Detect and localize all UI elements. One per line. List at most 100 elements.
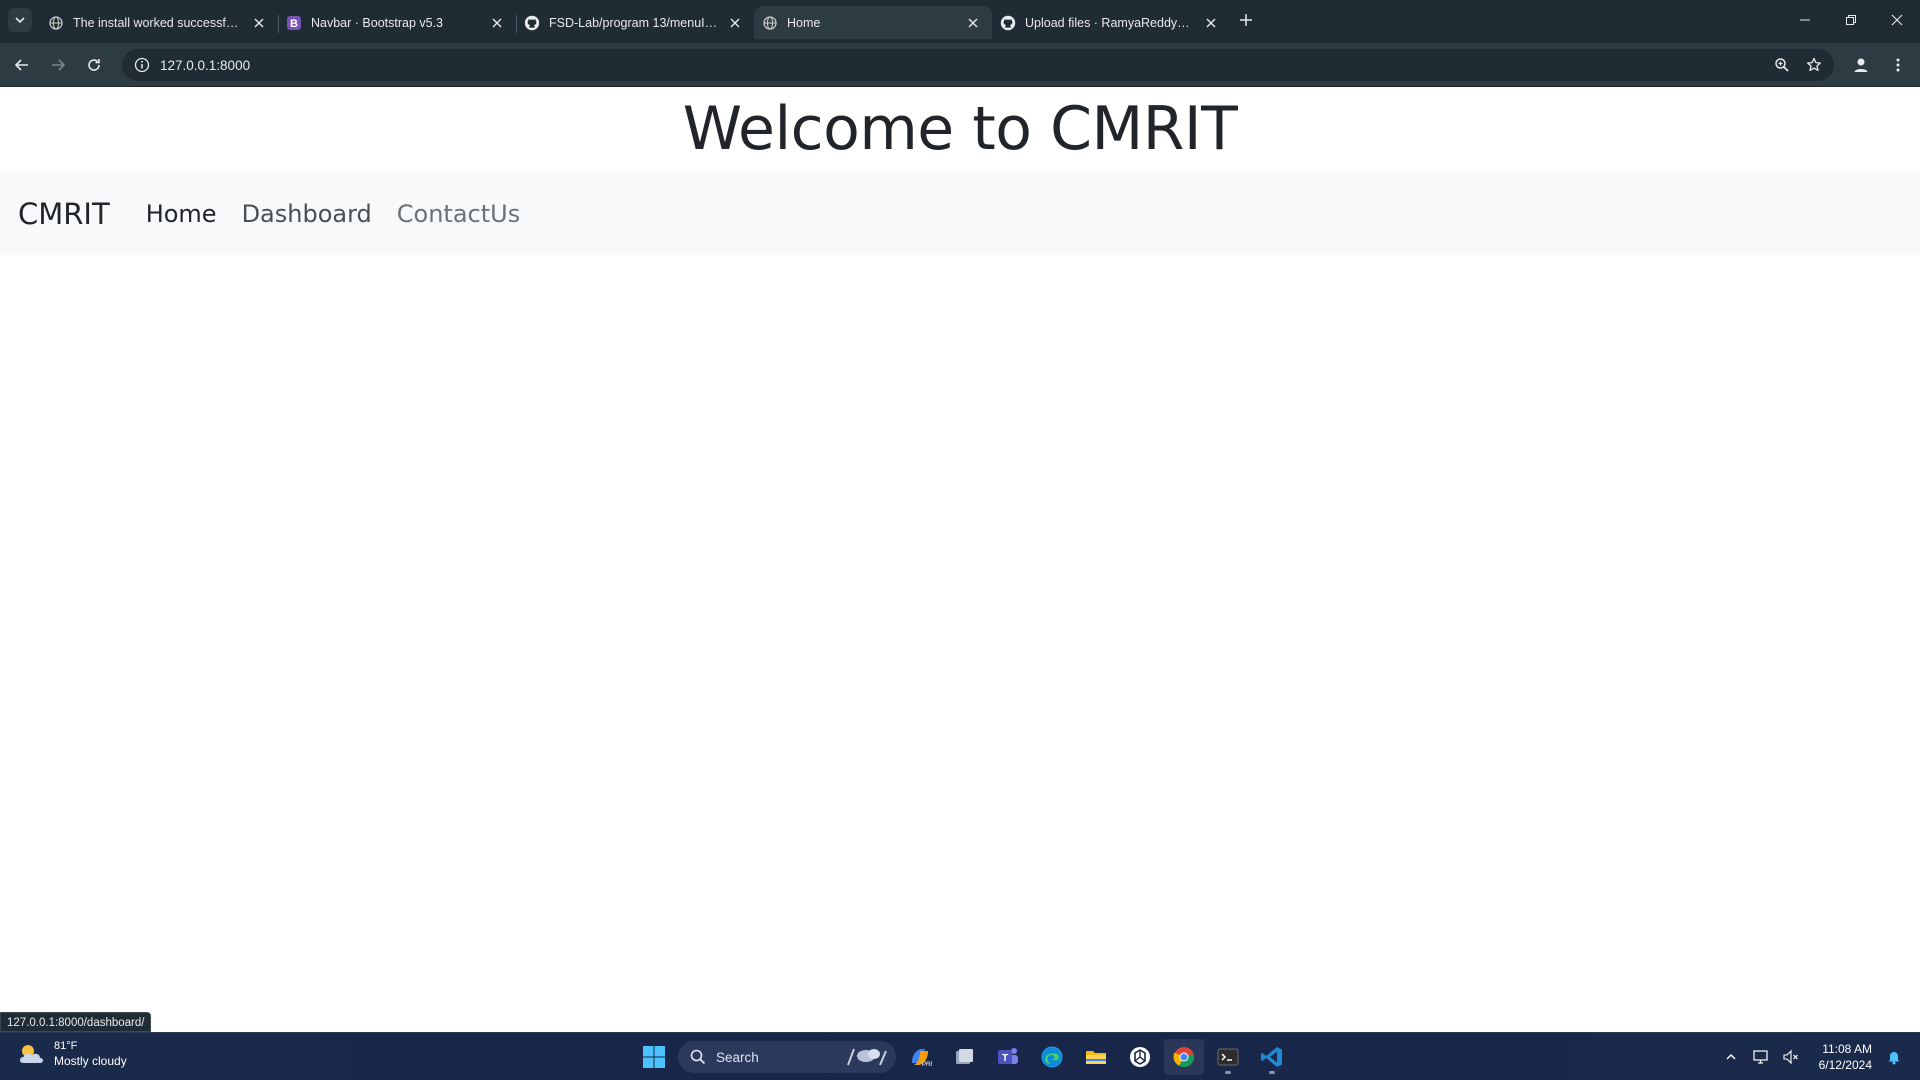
globe-icon: [762, 15, 778, 31]
svg-text:B: B: [290, 18, 298, 30]
bell-icon: [1888, 1052, 1900, 1065]
taskbar-chrome[interactable]: [1164, 1039, 1204, 1075]
navbar-links: Home Dashboard ContactUs: [146, 200, 546, 228]
clock-time: 11:08 AM: [1822, 1042, 1872, 1056]
teams-icon: T: [998, 1048, 1018, 1064]
windows-logo-icon: [643, 1046, 665, 1068]
tab-title: Navbar · Bootstrap v5.3: [311, 15, 444, 30]
close-icon[interactable]: [964, 14, 982, 32]
search-highlight-icon: [847, 1048, 887, 1066]
taskbar-task-view[interactable]: [944, 1039, 984, 1075]
taskbar-clock[interactable]: 11:08 AM 6/12/2024: [1819, 1041, 1872, 1073]
taskbar-chatgpt[interactable]: [1120, 1039, 1160, 1075]
close-window-button[interactable]: [1874, 0, 1920, 40]
close-icon[interactable]: [1202, 14, 1220, 32]
page-viewport: Welcome to CMRIT CMRIT Home Dashboard Co…: [0, 87, 1920, 1032]
tab-install-worked[interactable]: The install worked successfully! Congrat…: [40, 6, 278, 39]
window-controls: [1782, 0, 1920, 40]
taskbar-apps: Search PRE T: [634, 1039, 1292, 1075]
start-button[interactable]: [634, 1039, 674, 1075]
taskbar-edge[interactable]: [1032, 1039, 1072, 1075]
bookmark-star-icon[interactable]: [1800, 51, 1828, 79]
tab-navbar-bootstrap[interactable]: B Navbar · Bootstrap v5.3: [278, 6, 516, 39]
taskbar-copilot[interactable]: PRE: [900, 1039, 940, 1075]
edge-icon: [1041, 1046, 1063, 1068]
svg-text:PRE: PRE: [922, 1062, 932, 1068]
bootstrap-icon: B: [286, 15, 302, 31]
close-icon[interactable]: [726, 14, 744, 32]
info-icon[interactable]: [126, 49, 158, 81]
reload-icon: [88, 59, 100, 71]
browser-toolbar: 127.0.0.1:8000: [0, 43, 1920, 87]
weather-condition: Mostly cloudy: [54, 1054, 127, 1068]
taskbar-terminal[interactable]: [1208, 1039, 1248, 1075]
cloudy-weather-icon: [20, 1045, 43, 1063]
profile-button[interactable]: [1847, 51, 1875, 79]
tab-title: The install worked successfully! Congrat…: [73, 15, 242, 30]
address-bar[interactable]: 127.0.0.1:8000: [122, 49, 1834, 81]
tab-fsd-lab-github[interactable]: FSD-Lab/program 13/menuItems: [516, 6, 754, 39]
minimize-button[interactable]: [1782, 0, 1828, 40]
taskbar: 81°F Mostly cloudy Search PRE T: [0, 1032, 1920, 1080]
nav-link-dashboard[interactable]: Dashboard: [242, 200, 372, 228]
nav-link-home[interactable]: Home: [146, 200, 217, 228]
clock-date: 6/12/2024: [1818, 1058, 1872, 1072]
arrow-right-icon: [52, 59, 66, 71]
navbar: CMRIT Home Dashboard ContactUs: [0, 172, 1920, 255]
task-view-icon: [956, 1049, 973, 1064]
tab-search-button[interactable]: [8, 8, 32, 32]
search-icon: [690, 1049, 706, 1065]
menu-button[interactable]: [1884, 51, 1912, 79]
github-icon: [524, 15, 540, 31]
new-tab-button[interactable]: [1234, 8, 1258, 32]
status-bubble-url: 127.0.0.1:8000/dashboard/: [0, 1012, 152, 1032]
minimize-icon: [1800, 19, 1810, 21]
github-icon: [1000, 15, 1016, 31]
system-tray: 11:08 AM 6/12/2024: [1719, 1033, 1920, 1080]
chevron-down-icon: [15, 17, 25, 24]
taskbar-teams[interactable]: T: [988, 1039, 1028, 1075]
address-bar-actions: [1764, 51, 1828, 79]
chrome-icon: [1173, 1047, 1194, 1068]
folder-icon: [1086, 1051, 1106, 1064]
nav-link-contactus[interactable]: ContactUs: [397, 200, 520, 228]
close-icon[interactable]: [250, 14, 268, 32]
weather-temperature: 81°F: [54, 1040, 78, 1052]
weather-widget[interactable]: 81°F Mostly cloudy: [16, 1039, 127, 1069]
volume-muted-icon[interactable]: [1779, 1045, 1803, 1069]
chevron-up-icon: [1726, 1054, 1736, 1060]
more-vertical-icon: [1896, 58, 1900, 72]
restore-button[interactable]: [1828, 0, 1874, 40]
reload-button[interactable]: [80, 51, 108, 79]
tab-title: FSD-Lab/program 13/menuItems: [549, 15, 718, 30]
url-text[interactable]: 127.0.0.1:8000: [160, 58, 250, 73]
zoom-icon[interactable]: [1768, 51, 1796, 79]
svg-text:T: T: [1002, 1053, 1008, 1064]
profile-icon: [1854, 58, 1868, 72]
taskbar-vscode[interactable]: [1252, 1039, 1292, 1075]
navbar-brand[interactable]: CMRIT: [18, 197, 110, 231]
close-icon[interactable]: [488, 14, 506, 32]
forward-button[interactable]: [44, 51, 72, 79]
taskbar-file-explorer[interactable]: [1076, 1039, 1116, 1075]
terminal-icon: [1217, 1048, 1239, 1066]
tab-title: Home: [787, 15, 821, 30]
tab-home[interactable]: Home: [754, 6, 992, 39]
arrow-left-icon: [14, 59, 28, 71]
tab-title: Upload files · RamyaReddyM/exam: [1025, 15, 1194, 30]
browser-tabstrip: The install worked successfully! Congrat…: [0, 0, 1920, 43]
taskbar-search[interactable]: Search: [678, 1041, 896, 1073]
show-hidden-icons-button[interactable]: [1719, 1045, 1743, 1069]
restore-icon: [1846, 15, 1856, 25]
plus-icon: [1240, 14, 1252, 26]
network-icon[interactable]: [1749, 1045, 1773, 1069]
search-placeholder: Search: [716, 1049, 759, 1065]
openai-icon: [1130, 1047, 1150, 1067]
tab-upload-files-github[interactable]: Upload files · RamyaReddyM/exam: [992, 6, 1230, 39]
page-title: Welcome to CMRIT: [682, 94, 1238, 164]
copilot-icon: PRE: [912, 1049, 932, 1068]
globe-icon: [48, 15, 64, 31]
close-icon: [1891, 14, 1903, 26]
back-button[interactable]: [8, 51, 36, 79]
notifications-button[interactable]: [1880, 1043, 1908, 1071]
